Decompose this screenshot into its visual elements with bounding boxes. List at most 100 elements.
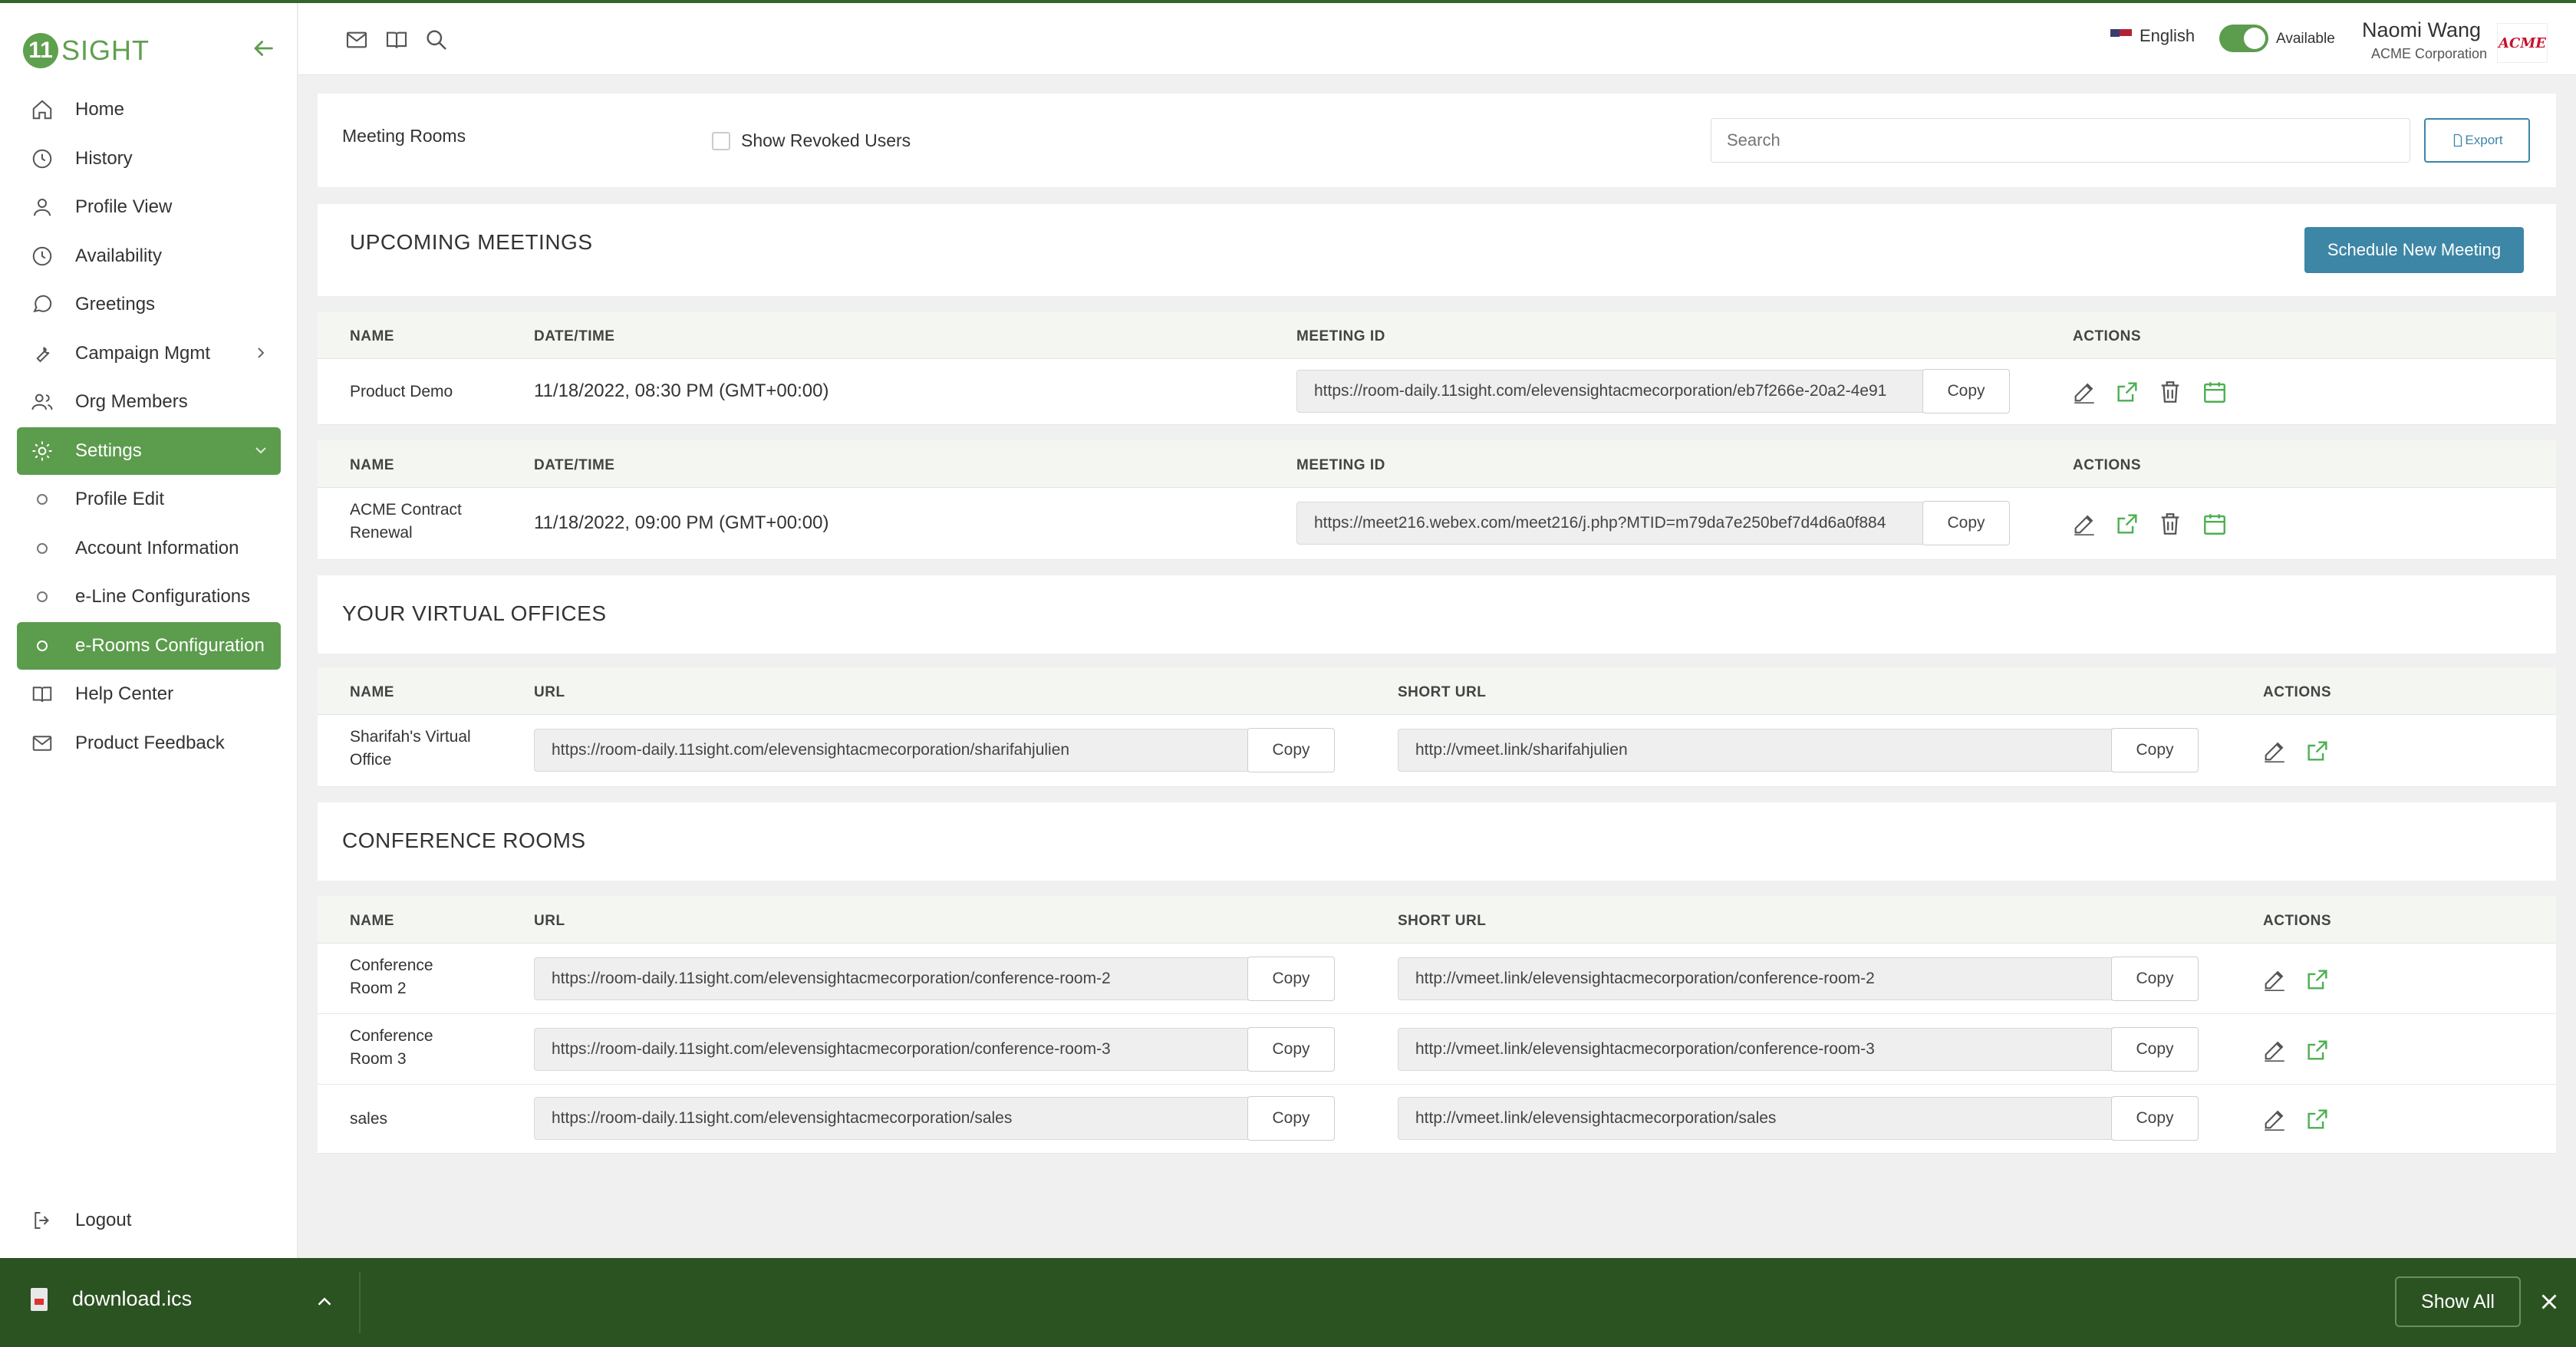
meeting-id-field[interactable]: https://meet216.webex.com/meet216/j.php?… <box>1296 502 1924 545</box>
trash-delete-icon[interactable] <box>2157 511 2183 537</box>
open-external-link-icon[interactable] <box>2304 738 2331 764</box>
short-url-field[interactable]: http://vmeet.link/elevensightacmecorpora… <box>1398 1097 2113 1140</box>
app-logo[interactable]: 11 SIGHT <box>23 31 150 71</box>
copy-meeting-id-button[interactable]: Copy <box>1922 501 2010 545</box>
column-header-short-url: SHORT URL <box>1398 684 1487 700</box>
open-external-link-icon[interactable] <box>2304 1106 2331 1132</box>
table-header: NAME URL SHORT URL ACTIONS <box>318 896 2556 944</box>
url-field[interactable]: https://room-daily.11sight.com/elevensig… <box>534 957 1249 1000</box>
show-revoked-users-checkbox[interactable]: Show Revoked Users <box>712 130 911 151</box>
sidebar-item-erooms-configuration[interactable]: e-Rooms Configuration <box>17 621 281 670</box>
copy-short-url-button[interactable]: Copy <box>2111 1027 2199 1072</box>
sidebar-item-profile-edit[interactable]: Profile Edit <box>17 476 281 523</box>
short-url-field[interactable]: http://vmeet.link/elevensightacmecorpora… <box>1398 957 2113 1000</box>
open-external-link-icon[interactable] <box>2304 967 2331 993</box>
export-label: Export <box>2465 133 2503 147</box>
column-header-name: NAME <box>350 684 394 700</box>
book-icon <box>31 683 54 706</box>
search-input[interactable] <box>1711 118 2410 163</box>
short-url-field[interactable]: http://vmeet.link/elevensightacmecorpora… <box>1398 1028 2113 1071</box>
copy-short-url-button[interactable]: Copy <box>2111 957 2199 1001</box>
sidebar-item-help-center[interactable]: Help Center <box>17 670 281 718</box>
schedule-new-meeting-button[interactable]: Schedule New Meeting <box>2304 227 2524 273</box>
copy-url-button[interactable]: Copy <box>1247 1096 1335 1141</box>
sidebar-item-product-feedback[interactable]: Product Feedback <box>17 720 281 767</box>
sidebar-item-eline-configurations[interactable]: e-Line Configurations <box>17 573 281 621</box>
mail-icon[interactable] <box>344 28 369 52</box>
column-header-short-url: SHORT URL <box>1398 913 1487 929</box>
sidebar-item-greetings[interactable]: Greetings <box>17 281 281 328</box>
open-external-link-icon[interactable] <box>2114 379 2140 405</box>
logout-label: Logout <box>75 1210 132 1230</box>
sidebar-item-org-members[interactable]: Org Members <box>17 378 281 426</box>
wrench-icon <box>31 342 54 365</box>
short-url-field[interactable]: http://vmeet.link/sharifahjulien <box>1398 729 2113 772</box>
open-external-link-icon[interactable] <box>2114 511 2140 537</box>
sidebar-item-settings[interactable]: Settings <box>17 426 281 475</box>
user-name[interactable]: Naomi Wang <box>2362 18 2481 42</box>
show-all-button[interactable]: Show All <box>2395 1276 2521 1327</box>
sidebar-item-label: Availability <box>75 245 162 266</box>
sidebar-item-home[interactable]: Home <box>17 86 281 133</box>
sidebar-item-history[interactable]: History <box>17 135 281 183</box>
meeting-datetime: 11/18/2022, 09:00 PM (GMT+00:00) <box>534 512 829 533</box>
virtual-offices-header: YOUR VIRTUAL OFFICES <box>318 575 2556 654</box>
chevron-up-icon[interactable] <box>313 1290 336 1313</box>
copy-url-button[interactable]: Copy <box>1247 957 1335 1001</box>
circle-bullet-icon <box>37 494 48 505</box>
sidebar-item-campaign-mgmt[interactable]: Campaign Mgmt <box>17 330 281 377</box>
column-header-url: URL <box>534 684 565 700</box>
sidebar-item-label: Org Members <box>75 391 188 412</box>
sidebar-item-account-information[interactable]: Account Information <box>17 525 281 572</box>
calendar-icon[interactable] <box>2202 511 2228 537</box>
sidebar-item-profile-view[interactable]: Profile View <box>17 183 281 231</box>
upcoming-meeting-table-2: NAME DATE/TIME MEETING ID ACTIONS ACME C… <box>318 440 2556 560</box>
edit-pencil-icon[interactable] <box>2261 1106 2288 1132</box>
column-header-url: URL <box>534 913 565 929</box>
availability-toggle[interactable] <box>2219 25 2268 52</box>
url-field[interactable]: https://room-daily.11sight.com/elevensig… <box>534 1028 1249 1071</box>
trash-delete-icon[interactable] <box>2157 379 2183 405</box>
export-button[interactable]: Export <box>2424 118 2530 163</box>
url-field[interactable]: https://room-daily.11sight.com/elevensig… <box>534 1097 1249 1140</box>
availability-label: Available <box>2276 31 2335 47</box>
page-title: Meeting Rooms <box>342 126 466 146</box>
meeting-name: ACME Contract Renewal <box>350 501 462 542</box>
language-label: English <box>2140 26 2196 45</box>
column-header-datetime: DATE/TIME <box>534 457 615 473</box>
copy-url-button[interactable]: Copy <box>1247 728 1335 772</box>
copy-url-button[interactable]: Copy <box>1247 1027 1335 1072</box>
column-header-actions: ACTIONS <box>2073 328 2141 344</box>
us-flag-icon <box>2110 29 2132 43</box>
copy-short-url-button[interactable]: Copy <box>2111 1096 2199 1141</box>
download-item[interactable]: download.ics <box>31 1287 192 1311</box>
search-icon[interactable] <box>424 28 449 52</box>
open-external-link-icon[interactable] <box>2304 1037 2331 1063</box>
logout-icon <box>35 1212 49 1229</box>
sidebar-item-label: e-Rooms Configuration <box>75 634 265 656</box>
edit-pencil-icon[interactable] <box>2261 738 2288 764</box>
url-field[interactable]: https://room-daily.11sight.com/elevensig… <box>534 729 1249 772</box>
book-icon[interactable] <box>384 28 409 52</box>
calendar-icon[interactable] <box>2202 379 2228 405</box>
edit-pencil-icon[interactable] <box>2261 1037 2288 1063</box>
meeting-id-field[interactable]: https://room-daily.11sight.com/elevensig… <box>1296 370 1924 413</box>
close-icon[interactable] <box>2536 1289 2562 1315</box>
download-bar: download.ics Show All <box>0 1258 2576 1347</box>
room-name: Conference Room 3 <box>350 1027 433 1068</box>
sidebar-item-availability[interactable]: Availability <box>17 232 281 280</box>
language-selector[interactable]: English <box>2110 26 2195 46</box>
edit-pencil-icon[interactable] <box>2261 967 2288 993</box>
company-avatar[interactable]: ACME <box>2497 23 2548 63</box>
edit-pencil-icon[interactable] <box>2071 379 2097 405</box>
collapse-sidebar-arrow-icon[interactable] <box>250 35 276 61</box>
calendar-file-icon <box>31 1287 48 1311</box>
edit-pencil-icon[interactable] <box>2071 511 2097 537</box>
chat-bubble-icon <box>31 293 54 316</box>
sidebar-item-label: e-Line Configurations <box>75 586 251 607</box>
copy-short-url-button[interactable]: Copy <box>2111 728 2199 772</box>
checkbox-box[interactable] <box>712 131 730 150</box>
upcoming-meeting-table-1: NAME DATE/TIME MEETING ID ACTIONS Produc… <box>318 311 2556 425</box>
logout-button[interactable]: Logout <box>31 1209 131 1232</box>
copy-meeting-id-button[interactable]: Copy <box>1922 369 2010 413</box>
